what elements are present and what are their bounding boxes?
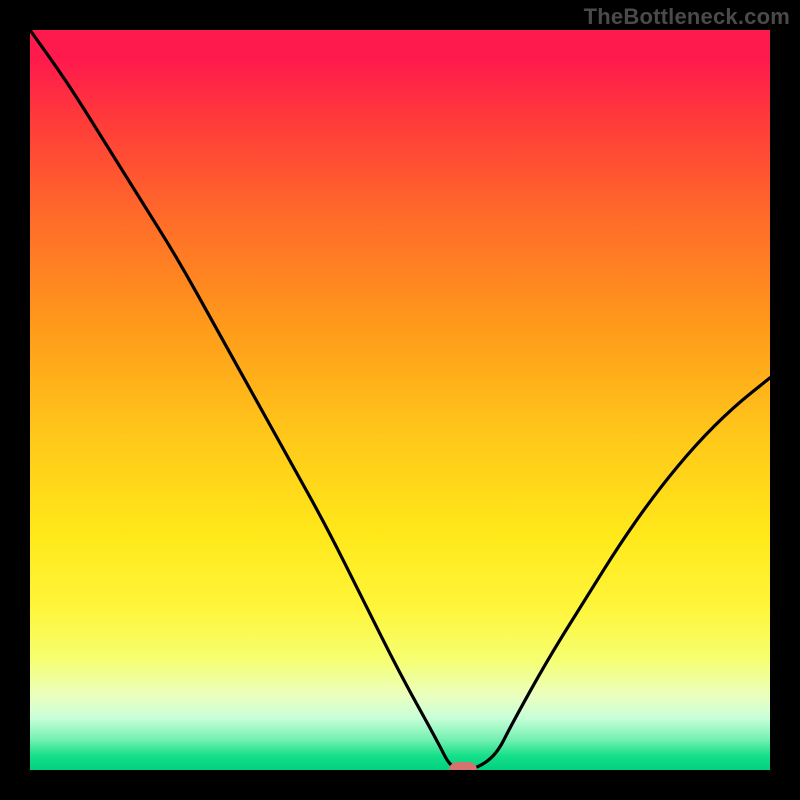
bottleneck-curve-path [30, 30, 770, 770]
watermark-text: TheBottleneck.com [584, 4, 790, 30]
optimum-marker [449, 762, 477, 770]
chart-frame: TheBottleneck.com [0, 0, 800, 800]
curve-svg [30, 30, 770, 770]
plot-area [30, 30, 770, 770]
